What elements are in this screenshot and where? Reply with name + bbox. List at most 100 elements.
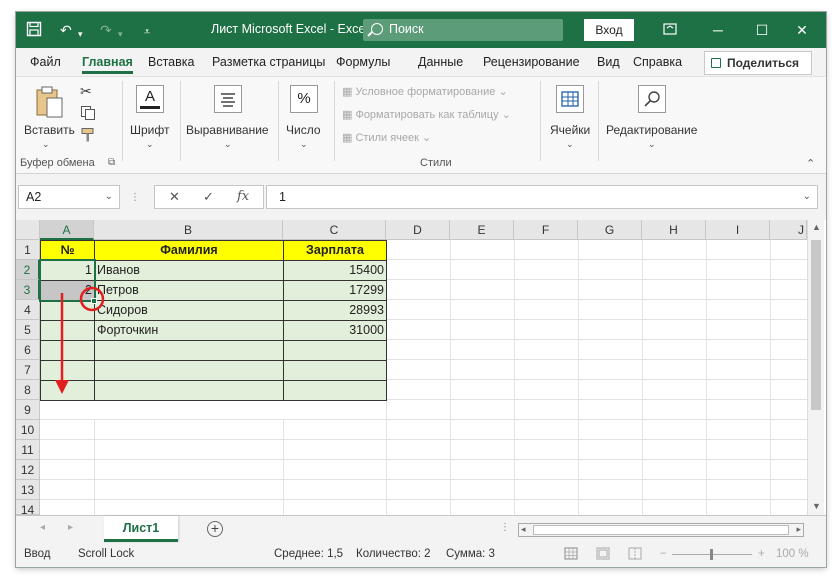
dialog-launcher-icon[interactable]: ⧉: [108, 157, 115, 168]
cell-b7[interactable]: [94, 360, 284, 381]
cell-a3[interactable]: 2: [40, 280, 95, 301]
vertical-scrollbar[interactable]: ▲ ▼: [807, 220, 824, 515]
normal-view-icon[interactable]: [564, 547, 578, 563]
row-header-6[interactable]: 6: [16, 340, 40, 360]
add-sheet-icon[interactable]: +: [207, 521, 223, 537]
column-header-a[interactable]: A: [40, 220, 94, 240]
prev-sheet-icon[interactable]: ◂: [40, 522, 45, 533]
horizontal-scroll-thumb[interactable]: [533, 525, 789, 535]
cell-c5[interactable]: 31000: [283, 320, 387, 341]
cell-c2[interactable]: 15400: [283, 260, 387, 281]
ribbon-display-icon[interactable]: [658, 18, 682, 42]
editing-button[interactable]: Редактирование ⌄: [604, 83, 700, 153]
column-header-e[interactable]: E: [450, 220, 514, 240]
cell-b5[interactable]: Форточкин: [94, 320, 284, 341]
minimize-icon[interactable]: ─: [706, 18, 730, 42]
row-header-5[interactable]: 5: [16, 320, 40, 340]
cell-c6[interactable]: [283, 340, 387, 361]
expand-formula-icon[interactable]: ⌄: [803, 186, 811, 208]
cell-a8[interactable]: [40, 380, 95, 401]
row-header-14[interactable]: 14: [16, 500, 40, 517]
column-header-h[interactable]: H: [642, 220, 706, 240]
tab-data[interactable]: Данные: [418, 55, 463, 69]
fill-handle[interactable]: [91, 298, 97, 304]
tabs-splitter-icon[interactable]: ⋮: [500, 522, 510, 533]
column-header-j[interactable]: J: [770, 220, 807, 240]
undo-dropdown-icon[interactable]: ▾: [78, 25, 83, 43]
undo-icon[interactable]: ↶: [60, 21, 72, 39]
alignment-button[interactable]: Выравнивание ⌄: [184, 83, 272, 153]
column-header-d[interactable]: D: [386, 220, 450, 240]
cell-a6[interactable]: [40, 340, 95, 361]
row-header-7[interactable]: 7: [16, 360, 40, 380]
row-header-12[interactable]: 12: [16, 460, 40, 480]
vertical-scroll-thumb[interactable]: [811, 240, 821, 410]
column-header-f[interactable]: F: [514, 220, 578, 240]
scroll-down-icon[interactable]: ▼: [812, 501, 821, 511]
tab-help[interactable]: Справка: [633, 55, 682, 69]
login-button[interactable]: Вход: [584, 19, 634, 41]
format-as-table-button[interactable]: ▦ Форматировать как таблицу ⌄: [342, 108, 511, 121]
page-break-view-icon[interactable]: [628, 547, 642, 563]
tab-insert[interactable]: Вставка: [148, 55, 194, 69]
tab-home[interactable]: Главная: [82, 55, 133, 74]
number-button[interactable]: % Число ⌄: [282, 83, 326, 153]
next-sheet-icon[interactable]: ▸: [68, 522, 73, 533]
row-header-10[interactable]: 10: [16, 420, 40, 440]
cell-b1[interactable]: Фамилия: [94, 240, 284, 261]
tab-review[interactable]: Рецензирование: [483, 55, 580, 69]
cell-c4[interactable]: 28993: [283, 300, 387, 321]
formula-input[interactable]: 1 ⌄: [266, 185, 818, 209]
cell-b2[interactable]: Иванов: [94, 260, 284, 281]
zoom-in-icon[interactable]: +: [758, 548, 765, 560]
conditional-formatting-button[interactable]: ▦ Условное форматирование ⌄: [342, 85, 508, 98]
row-header-13[interactable]: 13: [16, 480, 40, 500]
maximize-icon[interactable]: ☐: [750, 18, 774, 42]
tab-file[interactable]: Файл: [30, 55, 61, 69]
row-header-11[interactable]: 11: [16, 440, 40, 460]
close-icon[interactable]: ✕: [790, 18, 814, 42]
customize-toolbar-icon[interactable]: ⩡: [144, 23, 150, 41]
row-header-4[interactable]: 4: [16, 300, 40, 320]
row-header-8[interactable]: 8: [16, 380, 40, 400]
zoom-out-icon[interactable]: −: [660, 548, 667, 560]
scroll-up-icon[interactable]: ▲: [812, 222, 821, 232]
cell-c7[interactable]: [283, 360, 387, 381]
name-box[interactable]: A2 ⌄: [18, 185, 120, 209]
name-box-dropdown-icon[interactable]: ⌄: [105, 186, 113, 208]
row-header-2[interactable]: 2: [16, 260, 40, 280]
column-header-g[interactable]: G: [578, 220, 642, 240]
save-icon[interactable]: [26, 21, 42, 41]
format-painter-icon[interactable]: [80, 127, 96, 146]
cancel-icon[interactable]: ✕: [169, 189, 180, 205]
cell-c1[interactable]: Зарплата: [283, 240, 387, 261]
tab-formulas[interactable]: Формулы: [336, 55, 390, 69]
sheet-tab-list1[interactable]: Лист1: [104, 516, 178, 542]
cell-b6[interactable]: [94, 340, 284, 361]
zoom-slider-thumb[interactable]: [710, 549, 713, 560]
cell-b4[interactable]: Сидоров: [94, 300, 284, 321]
row-header-3[interactable]: 3: [16, 280, 40, 300]
paste-button[interactable]: Вставить ⌄: [22, 83, 75, 149]
scroll-right-icon[interactable]: ▸: [796, 524, 801, 535]
copy-icon[interactable]: [80, 105, 96, 124]
cell-b3[interactable]: Петров: [94, 280, 284, 301]
column-header-i[interactable]: I: [706, 220, 770, 240]
select-all-button[interactable]: [16, 220, 40, 240]
collapse-ribbon-icon[interactable]: ⌃: [806, 157, 815, 170]
cells-button[interactable]: Ячейки ⌄: [546, 83, 594, 153]
cut-icon[interactable]: ✂: [80, 83, 92, 100]
cell-a5[interactable]: [40, 320, 95, 341]
column-header-c[interactable]: C: [283, 220, 386, 240]
insert-function-icon[interactable]: fx: [237, 189, 249, 204]
tab-view[interactable]: Вид: [597, 55, 620, 69]
formula-bar-splitter-icon[interactable]: ⋮: [130, 192, 141, 203]
cell-c3[interactable]: 17299: [283, 280, 387, 301]
row-header-1[interactable]: 1: [16, 240, 40, 260]
font-button[interactable]: A Шрифт ⌄: [128, 83, 174, 153]
search-box[interactable]: Поиск: [363, 19, 563, 41]
page-layout-view-icon[interactable]: [596, 547, 610, 563]
cell-c8[interactable]: [283, 380, 387, 401]
cell-b8[interactable]: [94, 380, 284, 401]
cell-styles-button[interactable]: ▦ Стили ячеек ⌄: [342, 131, 431, 144]
